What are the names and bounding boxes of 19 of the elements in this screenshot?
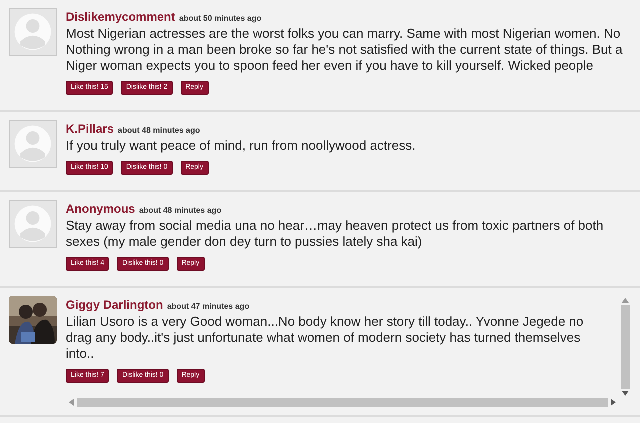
comment-time: about 50 minutes ago — [179, 13, 262, 25]
avatar-icon — [9, 200, 57, 248]
author-name[interactable]: Anonymous — [66, 202, 136, 216]
comment-time: about 47 minutes ago — [167, 301, 250, 313]
author-name[interactable]: K.Pillars — [66, 122, 114, 136]
author-name[interactable]: Giggy Darlington — [66, 298, 164, 312]
scroll-right-icon[interactable] — [611, 399, 616, 406]
avatar-icon — [9, 8, 57, 56]
comment-time: about 48 minutes ago — [118, 125, 200, 137]
comment-text: If you truly want peace of mind, run from noollywood actress. — [66, 138, 416, 154]
comment-text: Stay away from social media una no hear…may heaven protect us from toxic partners of both sexes (my male gender don dey turn to pussies lately sha kai) — [66, 218, 605, 250]
comment-time: about 48 minutes ago — [139, 205, 222, 217]
avatar-icon — [9, 120, 57, 168]
author-name[interactable]: Dislikemycomment — [66, 10, 176, 24]
scroll-down-icon[interactable] — [622, 391, 629, 396]
comment-text: Most Nigerian actresses are the worst folks you can marry. Same with most Nigerian women. No Nothing wrong in a man been broke so far he's not satisfied with the current state of things. But a Niger woman expects you to spoon feed her even if you have to kill yourself. Wicked people — [66, 26, 624, 74]
comment-text: Lilian Usoro is a very Good woman...No body know her story till today.. Yvonne Jegede no drag any body..it's just unfortunate what women of modern society has turned themselves into.. — [66, 314, 584, 362]
scroll-left-icon[interactable] — [69, 399, 74, 406]
scroll-up-icon[interactable] — [622, 298, 629, 303]
